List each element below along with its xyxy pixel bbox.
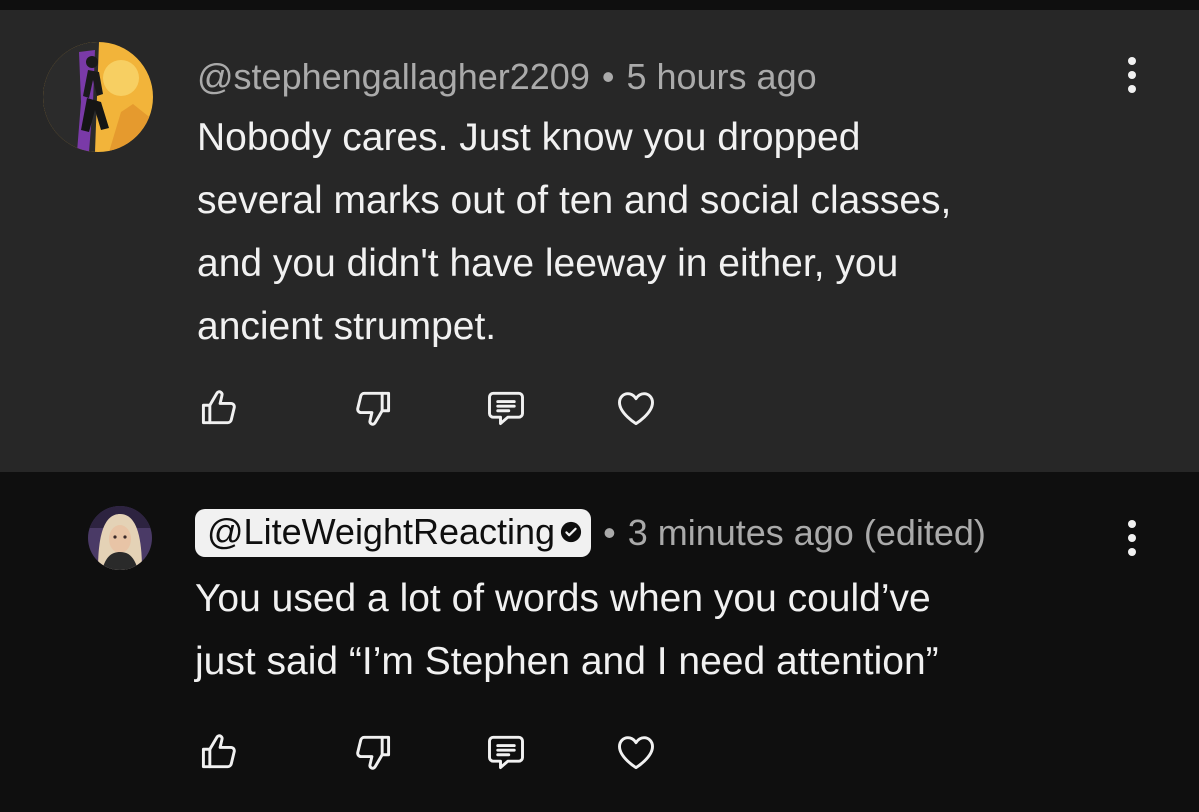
- reply-comment-icon: [488, 391, 524, 426]
- author-handle-pill[interactable]: @LiteWeightReacting: [195, 509, 592, 557]
- comment-actions: [190, 383, 670, 433]
- timestamp[interactable]: 5 hours ago: [626, 56, 816, 98]
- thumbs-down-icon: [356, 391, 391, 426]
- comment-meta: @LiteWeightReacting • 3 minutes ago (edi…: [195, 507, 986, 559]
- thumbs-up-icon: [201, 734, 236, 769]
- reply-button[interactable]: [481, 727, 531, 777]
- verified-check-icon: [560, 521, 582, 543]
- comment-text-line: ancient strumpet.: [197, 305, 497, 348]
- comment-text-line: just said “I’m Stephen and I need attent…: [195, 640, 939, 683]
- comment-meta: @stephengallagher2209 • 5 hours ago: [197, 48, 817, 106]
- comment-actions: [190, 727, 670, 777]
- separator-dot: •: [601, 56, 615, 97]
- avatar-image: [43, 42, 153, 152]
- thumbs-down-icon: [356, 735, 391, 770]
- comment-text: Nobody cares. Just know you dropped seve…: [197, 106, 951, 358]
- timestamp[interactable]: 3 minutes ago (edited): [628, 512, 986, 554]
- top-strip: [0, 0, 1199, 10]
- avatar[interactable]: [43, 42, 153, 152]
- more-vertical-icon[interactable]: [1114, 513, 1150, 563]
- author-handle[interactable]: @stephengallagher2209: [197, 56, 590, 98]
- like-button[interactable]: [194, 727, 244, 777]
- comment-reply: @LiteWeightReacting • 3 minutes ago (edi…: [0, 472, 1199, 812]
- comment-text-line: and you didn't have leeway in either, yo…: [197, 242, 899, 285]
- dislike-button[interactable]: [348, 727, 398, 777]
- thumbs-up-icon: [201, 390, 236, 425]
- separator-dot: •: [603, 512, 616, 553]
- more-vertical-icon[interactable]: [1114, 50, 1150, 100]
- heart-icon: [618, 736, 654, 770]
- like-button[interactable]: [194, 383, 244, 433]
- heart-button[interactable]: [611, 383, 661, 433]
- heart-icon: [618, 392, 654, 426]
- avatar[interactable]: [88, 506, 152, 570]
- comment-text-line: several marks out of ten and social clas…: [197, 179, 952, 222]
- dislike-button[interactable]: [348, 383, 398, 433]
- author-handle: @LiteWeightReacting: [207, 511, 556, 552]
- heart-button[interactable]: [611, 727, 661, 777]
- comment-highlighted: @stephengallagher2209 • 5 hours ago Nobo…: [0, 10, 1199, 472]
- comment-text: You used a lot of words when you could’v…: [195, 567, 939, 693]
- avatar-image: [88, 506, 152, 570]
- reply-button[interactable]: [481, 383, 531, 433]
- comment-text-line: Nobody cares. Just know you dropped: [197, 116, 861, 159]
- reply-comment-icon: [488, 735, 524, 770]
- comment-text-line: You used a lot of words when you could’v…: [195, 577, 931, 620]
